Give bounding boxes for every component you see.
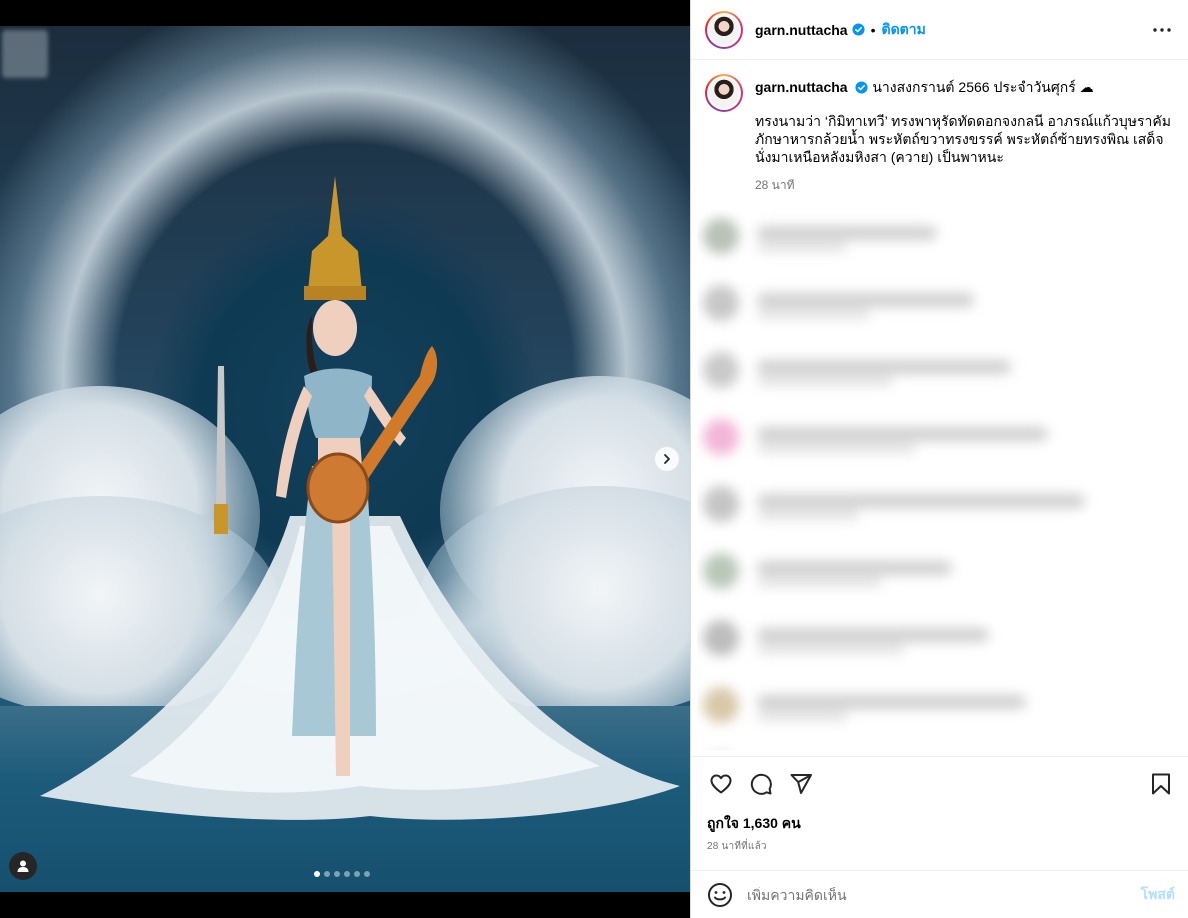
comment-avatar bbox=[703, 620, 739, 656]
comment-avatar bbox=[703, 419, 739, 455]
post-media bbox=[0, 0, 690, 918]
carousel-dot bbox=[334, 871, 340, 877]
avatar-image bbox=[709, 14, 739, 45]
comment-row bbox=[697, 547, 1183, 597]
carousel-dot bbox=[324, 871, 330, 877]
separator-dot: • bbox=[870, 21, 876, 38]
save-button[interactable] bbox=[1147, 770, 1175, 798]
verified-badge-icon bbox=[852, 23, 865, 36]
share-button[interactable] bbox=[787, 770, 815, 798]
post-panel: garn.nuttacha • ติดตาม garn.nuttacha นาง… bbox=[690, 0, 1188, 918]
comment-meta-blur bbox=[757, 443, 916, 453]
comment-text-blur bbox=[757, 427, 1048, 441]
likes-count[interactable]: ถูกใจ 1,630 คน bbox=[707, 813, 801, 835]
comment-text-blur bbox=[757, 360, 1011, 374]
comment-meta-blur bbox=[757, 510, 859, 520]
comment-row bbox=[697, 480, 1183, 530]
comment-text-blur bbox=[757, 226, 937, 240]
comment-meta-blur bbox=[757, 644, 905, 654]
comment-meta-blur bbox=[757, 711, 848, 721]
heart-icon bbox=[710, 774, 732, 794]
comment-avatar bbox=[703, 687, 739, 723]
blurred-overlay bbox=[2, 30, 48, 78]
comment-avatar bbox=[703, 486, 739, 522]
emoji-icon bbox=[708, 882, 732, 907]
comment-meta-blur bbox=[757, 309, 870, 319]
next-slide-button[interactable] bbox=[655, 447, 679, 471]
comment-meta-blur bbox=[757, 577, 882, 587]
comment-icon bbox=[750, 773, 772, 795]
comments-list-blurred bbox=[697, 210, 1183, 750]
comment-row bbox=[697, 614, 1183, 664]
caption-title: นางสงกรานต์ 2566 ประจำวันศุกร์ ☁ bbox=[872, 79, 1094, 95]
more-icon bbox=[1153, 27, 1171, 32]
avatar[interactable] bbox=[705, 10, 743, 49]
like-button[interactable] bbox=[707, 770, 735, 798]
add-comment-bar: โพสต์ bbox=[691, 870, 1188, 918]
action-bar: ถูกใจ 1,630 คน 28 นาทีที่แล้ว bbox=[691, 756, 1188, 880]
more-options-button[interactable] bbox=[1150, 18, 1174, 42]
caption-avatar[interactable] bbox=[705, 74, 743, 112]
caption-time[interactable]: 28 นาที bbox=[755, 176, 1175, 194]
comment-avatar bbox=[703, 352, 739, 388]
username-link[interactable]: garn.nuttacha bbox=[755, 22, 848, 38]
comment-row bbox=[697, 279, 1183, 329]
follow-button[interactable]: ติดตาม bbox=[881, 19, 925, 41]
chevron-right-icon bbox=[664, 454, 670, 464]
post-timestamp[interactable]: 28 นาทีที่แล้ว bbox=[707, 839, 767, 854]
comment-text-blur bbox=[757, 695, 1026, 709]
caption-text: ทรงนามว่า ‘กิมิทาเทวี’ ทรงพาหุรัดทัดดอกจ… bbox=[755, 113, 1171, 165]
caption-avatar-image bbox=[709, 78, 739, 108]
carousel-indicator bbox=[314, 871, 370, 877]
comment-text-blur bbox=[757, 293, 974, 307]
caption-username[interactable]: garn.nuttacha bbox=[755, 79, 848, 95]
emoji-button[interactable] bbox=[707, 882, 733, 908]
post-photo[interactable] bbox=[0, 26, 690, 892]
comment-text-blur bbox=[757, 494, 1085, 508]
comment-input[interactable] bbox=[747, 886, 1141, 903]
carousel-dot bbox=[364, 871, 370, 877]
tagged-users-button[interactable] bbox=[9, 852, 37, 880]
comment-meta-blur bbox=[757, 242, 847, 252]
comment-button[interactable] bbox=[747, 770, 775, 798]
user-icon bbox=[17, 860, 29, 872]
comment-avatar bbox=[703, 553, 739, 589]
carousel-dot bbox=[354, 871, 360, 877]
carousel-dot bbox=[314, 871, 320, 877]
post-comment-button[interactable]: โพสต์ bbox=[1141, 884, 1175, 906]
comment-avatar bbox=[703, 218, 739, 254]
carousel-dot bbox=[344, 871, 350, 877]
comment-text-blur bbox=[757, 561, 952, 575]
share-icon bbox=[790, 774, 812, 794]
post-caption: garn.nuttacha นางสงกรานต์ 2566 ประจำวันศ… bbox=[691, 60, 1188, 210]
dancer-figure bbox=[214, 176, 438, 776]
comment-row bbox=[697, 212, 1183, 262]
comment-text-blur bbox=[757, 628, 989, 642]
post-header: garn.nuttacha • ติดตาม bbox=[691, 0, 1188, 60]
comment-row bbox=[697, 413, 1183, 463]
comment-row bbox=[697, 346, 1183, 396]
comment-row bbox=[697, 748, 1183, 750]
verified-badge-icon bbox=[855, 81, 869, 94]
bookmark-icon bbox=[1152, 773, 1170, 795]
comment-meta-blur bbox=[757, 376, 893, 386]
comment-avatar bbox=[703, 285, 739, 321]
comment-row bbox=[697, 681, 1183, 731]
